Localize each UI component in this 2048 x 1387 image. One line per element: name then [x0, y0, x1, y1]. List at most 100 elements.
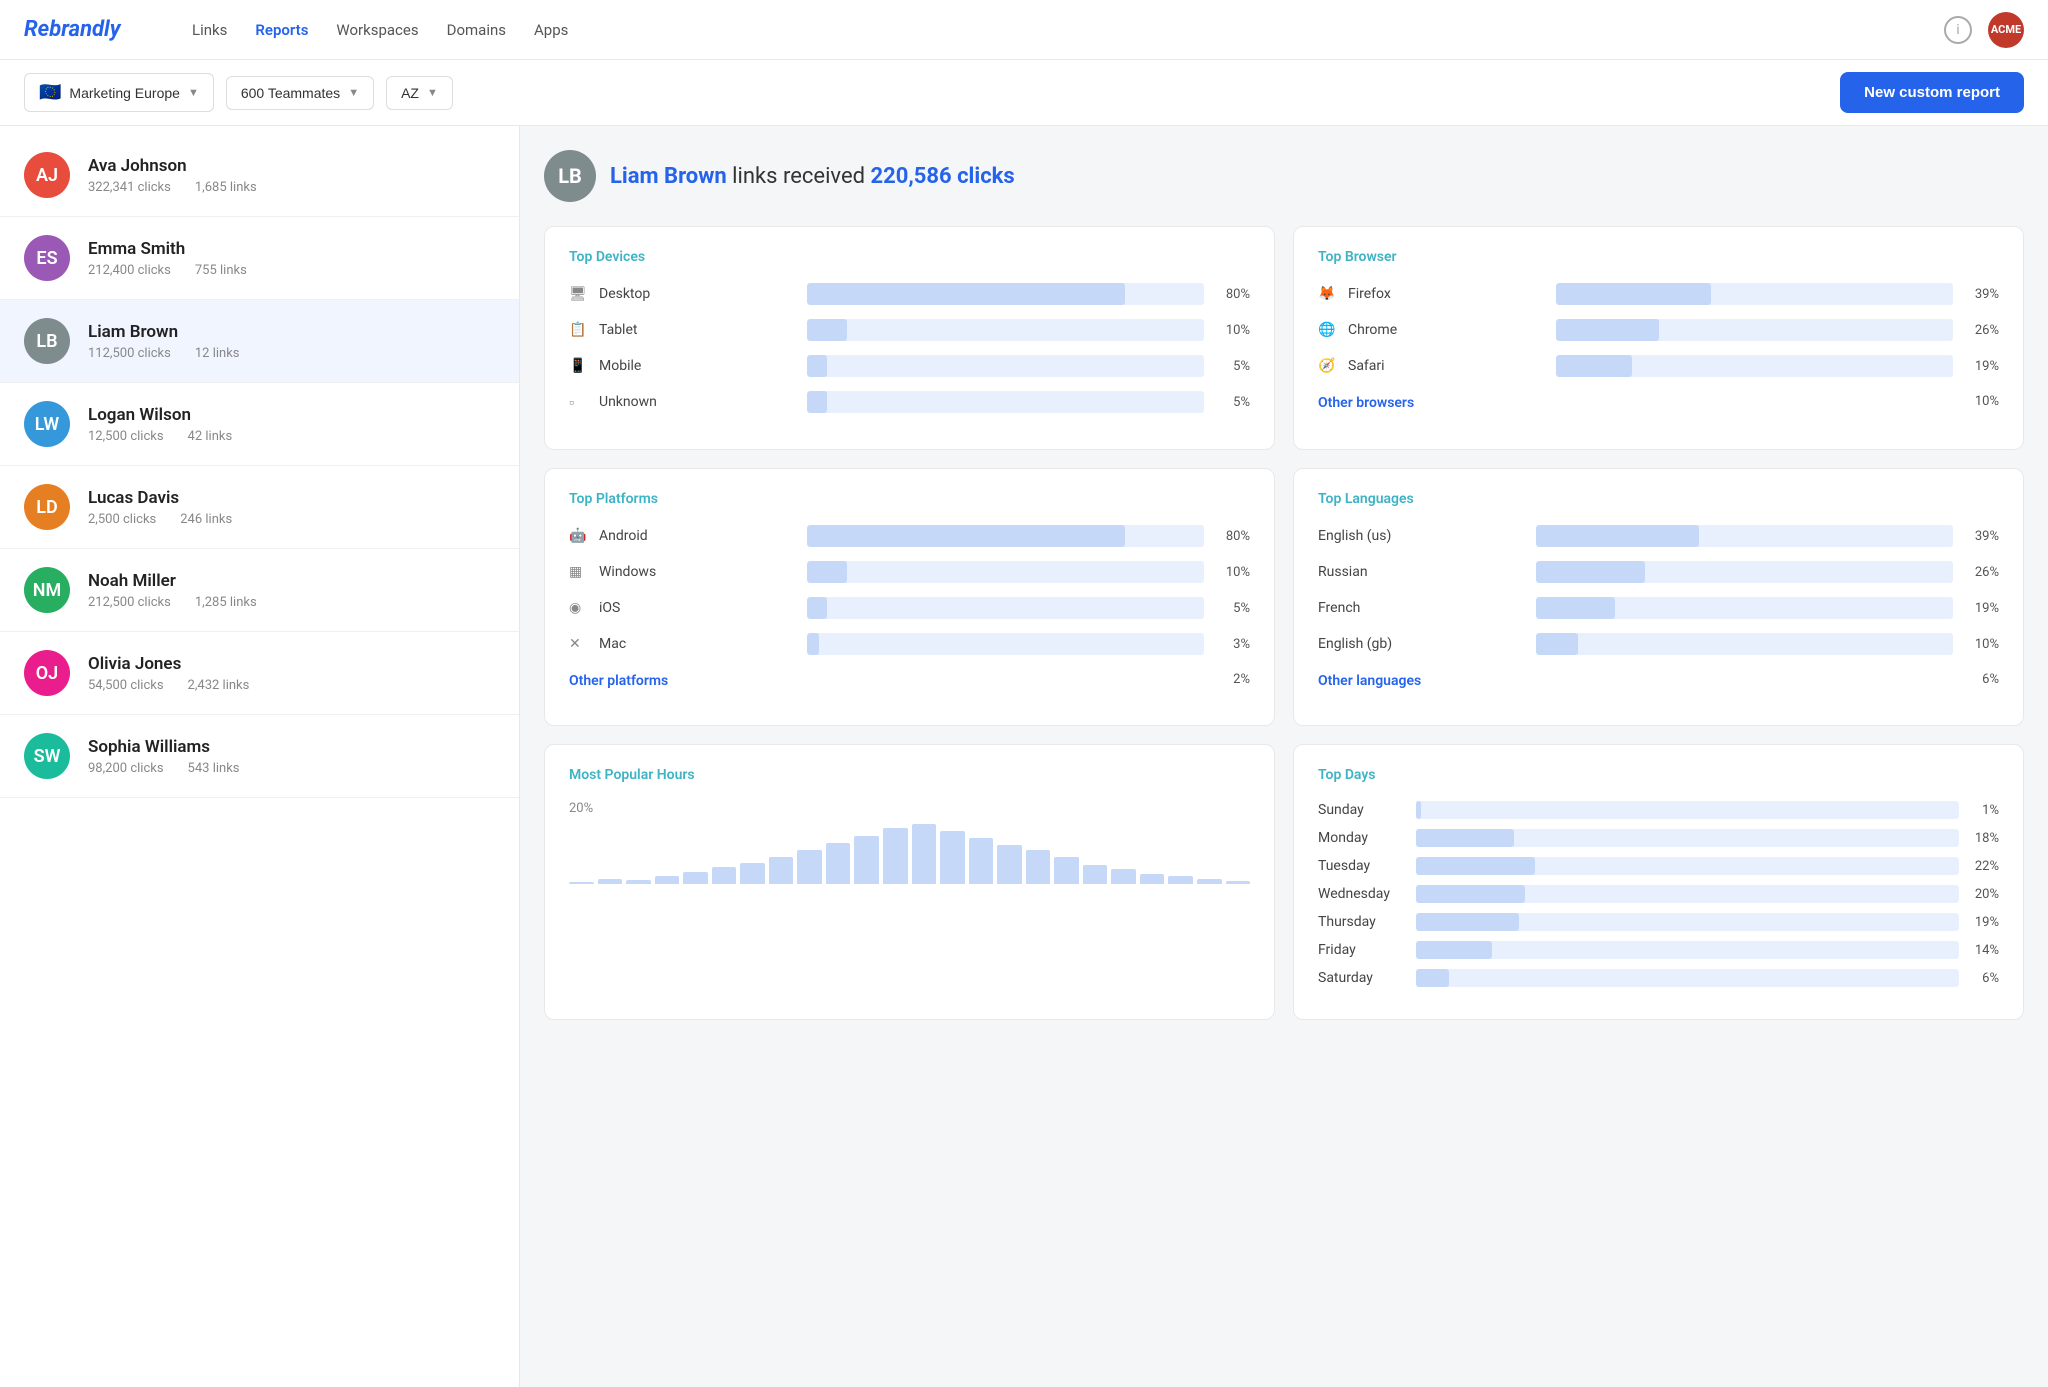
user-stats: 54,500 clicks 2,432 links: [88, 678, 495, 693]
language-bar: [1536, 561, 1644, 583]
top-languages-card: Top Languages English (us) 39% Russian 2…: [1293, 468, 2024, 726]
user-item[interactable]: AJ Ava Johnson 322,341 clicks 1,685 link…: [0, 134, 519, 217]
user-links: 42 links: [188, 429, 233, 444]
device-bar-wrap: [807, 319, 1204, 341]
browser-label: Safari: [1348, 358, 1546, 374]
language-bar: [1536, 525, 1699, 547]
day-row: Saturday 6%: [1318, 969, 1999, 987]
hour-bar: [1054, 857, 1079, 884]
user-avatar: LB: [24, 318, 70, 364]
browser-row: 🌐 Chrome 26%: [1318, 319, 1999, 341]
nav-link-domains[interactable]: Domains: [447, 21, 506, 39]
user-stats: 112,500 clicks 12 links: [88, 346, 495, 361]
day-row: Thursday 19%: [1318, 913, 1999, 931]
teammates-filter[interactable]: 600 Teammates ▼: [226, 76, 374, 110]
info-icon[interactable]: i: [1944, 16, 1972, 44]
top-browser-title: Top Browser: [1318, 249, 1999, 265]
user-links: 1,685 links: [195, 180, 257, 195]
device-label: Mobile: [599, 358, 797, 374]
user-info: Emma Smith 212,400 clicks 755 links: [88, 239, 495, 278]
day-label: Monday: [1318, 830, 1408, 846]
hours-bars: [569, 824, 1250, 884]
device-row: 📋 Tablet 10%: [569, 319, 1250, 341]
hour-bar: [1226, 881, 1251, 884]
device-bar: [807, 355, 827, 377]
day-pct: 22%: [1967, 859, 1999, 874]
platform-pct: 10%: [1214, 565, 1250, 580]
az-filter[interactable]: AZ ▼: [386, 76, 453, 110]
device-label: Unknown: [599, 394, 797, 410]
nav-link-links[interactable]: Links: [192, 21, 227, 39]
top-platforms-title: Top Platforms: [569, 491, 1250, 507]
browser-icon: 🧭: [1318, 358, 1338, 374]
day-bar-wrap: [1416, 857, 1959, 875]
hour-bar: [769, 857, 794, 884]
device-label: Desktop: [599, 286, 797, 302]
user-clicks: 112,500 clicks: [88, 346, 171, 361]
nav-link-workspaces[interactable]: Workspaces: [336, 21, 418, 39]
platform-row: ◉ iOS 5%: [569, 597, 1250, 619]
day-row: Sunday 1%: [1318, 801, 1999, 819]
day-bar: [1416, 941, 1492, 959]
day-bar: [1416, 857, 1535, 875]
device-pct: 5%: [1214, 395, 1250, 410]
user-info: Lucas Davis 2,500 clicks 246 links: [88, 488, 495, 527]
top-platforms-rows: 🤖 Android 80% ▦ Windows 10% ◉ iOS 5% ✕ M…: [569, 525, 1250, 655]
other-browsers-label[interactable]: Other browsers: [1318, 395, 1953, 411]
user-item[interactable]: SW Sophia Williams 98,200 clicks 543 lin…: [0, 715, 519, 798]
other-languages-label[interactable]: Other languages: [1318, 673, 1953, 689]
nav-link-apps[interactable]: Apps: [534, 21, 568, 39]
device-bar: [807, 319, 847, 341]
platform-label: Mac: [599, 636, 797, 652]
user-item[interactable]: OJ Olivia Jones 54,500 clicks 2,432 link…: [0, 632, 519, 715]
user-item[interactable]: NM Noah Miller 212,500 clicks 1,285 link…: [0, 549, 519, 632]
day-label: Thursday: [1318, 914, 1408, 930]
top-devices-rows: 🖥 Desktop 80% 📋 Tablet 10% 📱 Mobile 5% ▫…: [569, 283, 1250, 413]
user-links: 1,285 links: [195, 595, 257, 610]
other-browsers-pct: 10%: [1963, 394, 1999, 409]
hour-bar: [1140, 874, 1165, 884]
workspace-filter[interactable]: 🇪🇺 Marketing Europe ▼: [24, 73, 214, 112]
day-bar: [1416, 913, 1519, 931]
user-item[interactable]: LD Lucas Davis 2,500 clicks 246 links: [0, 466, 519, 549]
device-icon: 🖥: [569, 286, 589, 302]
day-label: Friday: [1318, 942, 1408, 958]
nav-link-reports[interactable]: Reports: [255, 21, 308, 39]
browser-icon: 🦊: [1318, 286, 1338, 302]
other-languages-pct: 6%: [1963, 672, 1999, 687]
selected-user-clicks: 220,586 clicks: [870, 164, 1014, 189]
az-label: AZ: [401, 85, 419, 101]
platform-label: Android: [599, 528, 797, 544]
browser-bar-wrap: [1556, 355, 1953, 377]
day-bar: [1416, 801, 1421, 819]
language-pct: 39%: [1963, 529, 1999, 544]
user-clicks: 212,400 clicks: [88, 263, 171, 278]
user-info: Liam Brown 112,500 clicks 12 links: [88, 322, 495, 361]
user-name: Noah Miller: [88, 571, 495, 591]
top-browser-rows: 🦊 Firefox 39% 🌐 Chrome 26% 🧭 Safari 19%: [1318, 283, 1999, 377]
user-clicks: 322,341 clicks: [88, 180, 171, 195]
user-item[interactable]: LB Liam Brown 112,500 clicks 12 links: [0, 300, 519, 383]
navbar: Rebrandly Links Reports Workspaces Domai…: [0, 0, 2048, 60]
device-pct: 5%: [1214, 359, 1250, 374]
language-bar: [1536, 597, 1615, 619]
browser-icon: 🌐: [1318, 322, 1338, 338]
new-report-button[interactable]: New custom report: [1840, 72, 2024, 113]
user-item[interactable]: ES Emma Smith 212,400 clicks 755 links: [0, 217, 519, 300]
user-stats: 212,500 clicks 1,285 links: [88, 595, 495, 610]
language-row: French 19%: [1318, 597, 1999, 619]
device-icon: 📱: [569, 358, 589, 374]
brand-logo[interactable]: Rebrandly: [24, 17, 144, 42]
platform-bar-wrap: [807, 633, 1204, 655]
browser-row: 🧭 Safari 19%: [1318, 355, 1999, 377]
hour-bar: [854, 836, 879, 884]
day-bar-wrap: [1416, 829, 1959, 847]
user-info: Olivia Jones 54,500 clicks 2,432 links: [88, 654, 495, 693]
hour-bar: [740, 863, 765, 884]
browser-row: 🦊 Firefox 39%: [1318, 283, 1999, 305]
hour-bar: [626, 880, 651, 884]
other-platforms-label[interactable]: Other platforms: [569, 673, 1204, 689]
account-avatar[interactable]: ACME: [1988, 12, 2024, 48]
user-item[interactable]: LW Logan Wilson 12,500 clicks 42 links: [0, 383, 519, 466]
hour-bar: [683, 872, 708, 884]
